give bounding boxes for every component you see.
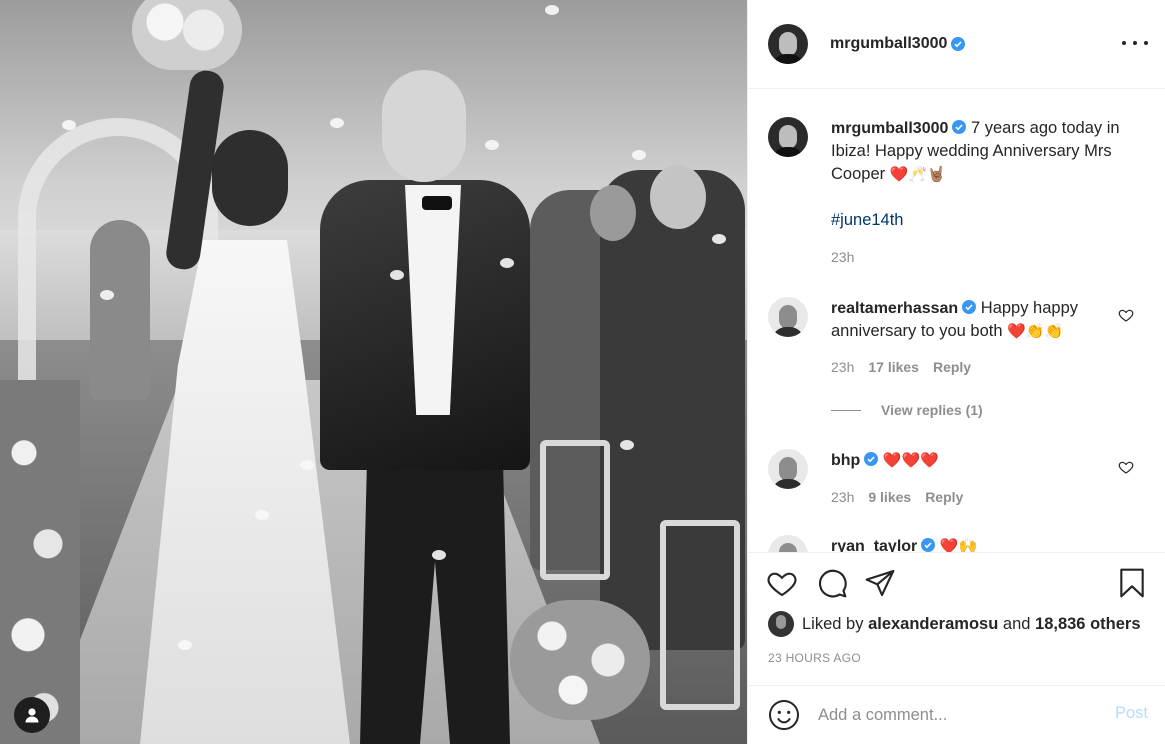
reply-button[interactable]: Reply bbox=[925, 489, 963, 505]
petal bbox=[300, 460, 314, 470]
chair bbox=[540, 440, 610, 580]
comment-item: realtamerhassan Happy happy anniversary … bbox=[768, 297, 1148, 397]
comment-text-block: bhp ❤️❤️❤️ bbox=[831, 449, 1131, 472]
commenter-avatar[interactable] bbox=[768, 449, 808, 489]
comment-time[interactable]: 23h bbox=[831, 489, 854, 505]
liker-username[interactable]: alexanderamosu bbox=[868, 615, 998, 634]
chair bbox=[660, 520, 740, 710]
comment-likes[interactable]: 9 likes bbox=[868, 489, 911, 505]
liked-by-and: and bbox=[1002, 614, 1031, 633]
comment-meta: 23h 17 likes Reply bbox=[831, 359, 971, 375]
verified-badge-icon bbox=[864, 452, 879, 466]
caption-author-avatar[interactable] bbox=[768, 117, 808, 157]
caption-text-block: mrgumball3000 7 years ago today in Ibiza… bbox=[831, 117, 1131, 232]
guest-head bbox=[650, 165, 706, 229]
comment-emojis: ❤️❤️❤️ bbox=[882, 451, 939, 469]
like-heart-icon[interactable] bbox=[766, 567, 798, 599]
caption: mrgumball3000 7 years ago today in Ibiza… bbox=[768, 117, 1148, 267]
petal bbox=[100, 290, 114, 300]
like-comment-heart-icon[interactable] bbox=[1118, 459, 1134, 475]
comment-time[interactable]: 23h bbox=[831, 359, 854, 375]
petal bbox=[620, 440, 634, 450]
post-timestamp[interactable]: 23 HOURS AGO bbox=[768, 651, 861, 665]
hashtag-link[interactable]: #june14th bbox=[831, 211, 904, 229]
guest-figure bbox=[90, 220, 150, 400]
comment-meta: 23h 9 likes Reply bbox=[831, 489, 963, 505]
reply-button[interactable]: Reply bbox=[933, 359, 971, 375]
bow-tie bbox=[422, 196, 452, 210]
bride-head bbox=[212, 130, 288, 226]
post-actions: Liked by alexanderamosu and 18,836 other… bbox=[748, 552, 1165, 685]
verified-badge-icon bbox=[952, 120, 967, 134]
post-photo[interactable] bbox=[0, 0, 747, 744]
petal bbox=[500, 258, 514, 268]
view-replies-button[interactable]: View replies (1) bbox=[831, 402, 983, 418]
comment-emojis: ❤️👏👏 bbox=[1007, 322, 1064, 340]
petal bbox=[712, 234, 726, 244]
petal bbox=[390, 270, 404, 280]
petal bbox=[62, 120, 76, 130]
petal bbox=[178, 640, 192, 650]
petal bbox=[545, 5, 559, 15]
liked-by-prefix: Liked by bbox=[802, 614, 864, 633]
commenter-username[interactable]: ryan_taylor bbox=[831, 538, 917, 552]
replies-divider bbox=[831, 409, 861, 411]
petal bbox=[432, 550, 446, 560]
more-horizontal-icon bbox=[1122, 41, 1126, 45]
commenter-username[interactable]: bhp bbox=[831, 452, 860, 469]
petal bbox=[255, 510, 269, 520]
post-header: mrgumball3000 bbox=[748, 0, 1165, 89]
post-side-panel: mrgumball3000 mrgumball3000 7 years ago … bbox=[747, 0, 1165, 744]
save-bookmark-icon[interactable] bbox=[1116, 567, 1148, 599]
groom-head bbox=[382, 70, 466, 182]
comments-list[interactable]: mrgumball3000 7 years ago today in Ibiza… bbox=[748, 89, 1165, 552]
caption-time[interactable]: 23h bbox=[831, 249, 854, 265]
comment-bubble-icon[interactable] bbox=[816, 567, 848, 599]
comment-likes[interactable]: 17 likes bbox=[868, 359, 919, 375]
caption-meta: 23h bbox=[831, 249, 854, 265]
like-comment-heart-icon[interactable] bbox=[1118, 307, 1134, 323]
comment-text-block: ryan_taylor ❤️🙌 bbox=[831, 535, 1131, 552]
instagram-post: mrgumball3000 mrgumball3000 7 years ago … bbox=[0, 0, 1165, 744]
petal bbox=[632, 150, 646, 160]
flower-border-left bbox=[0, 380, 80, 744]
add-comment-bar: Post bbox=[748, 685, 1165, 744]
emoji-smiley-icon[interactable] bbox=[768, 699, 800, 731]
flower-arrangement bbox=[510, 600, 650, 720]
comment-item: ryan_taylor ❤️🙌 bbox=[768, 535, 1148, 552]
post-comment-button[interactable]: Post bbox=[1115, 704, 1148, 723]
caption-emojis: ❤️🥂🤘🏽 bbox=[889, 165, 946, 183]
petal bbox=[485, 140, 499, 150]
bouquet bbox=[132, 0, 242, 70]
commenter-avatar[interactable] bbox=[768, 535, 808, 552]
caption-author-username[interactable]: mrgumball3000 bbox=[831, 120, 948, 137]
comment-text-block: realtamerhassan Happy happy anniversary … bbox=[831, 297, 1131, 343]
commenter-avatar[interactable] bbox=[768, 297, 808, 337]
tagged-users-button[interactable] bbox=[14, 697, 50, 733]
share-paper-plane-icon[interactable] bbox=[864, 567, 896, 599]
comment-item: bhp ❤️❤️❤️ 23h 9 likes Reply bbox=[768, 449, 1148, 539]
author-avatar[interactable] bbox=[768, 24, 808, 64]
verified-badge-icon bbox=[962, 300, 977, 314]
liked-by-summary: Liked by alexanderamosu and 18,836 other… bbox=[768, 611, 1141, 637]
more-options-button[interactable] bbox=[1122, 34, 1148, 52]
liker-avatar[interactable] bbox=[768, 611, 794, 637]
petal bbox=[330, 118, 344, 128]
verified-badge-icon bbox=[951, 37, 966, 51]
author-username[interactable]: mrgumball3000 bbox=[830, 35, 947, 53]
guest-head bbox=[590, 185, 636, 241]
comment-emojis: ❤️🙌 bbox=[939, 537, 978, 552]
comment-input[interactable] bbox=[818, 702, 1088, 728]
commenter-username[interactable]: realtamerhassan bbox=[831, 300, 958, 317]
verified-badge-icon bbox=[921, 538, 936, 552]
likes-count-link[interactable]: 18,836 others bbox=[1035, 615, 1140, 634]
view-replies-label: View replies (1) bbox=[881, 402, 983, 418]
user-icon bbox=[25, 708, 39, 723]
